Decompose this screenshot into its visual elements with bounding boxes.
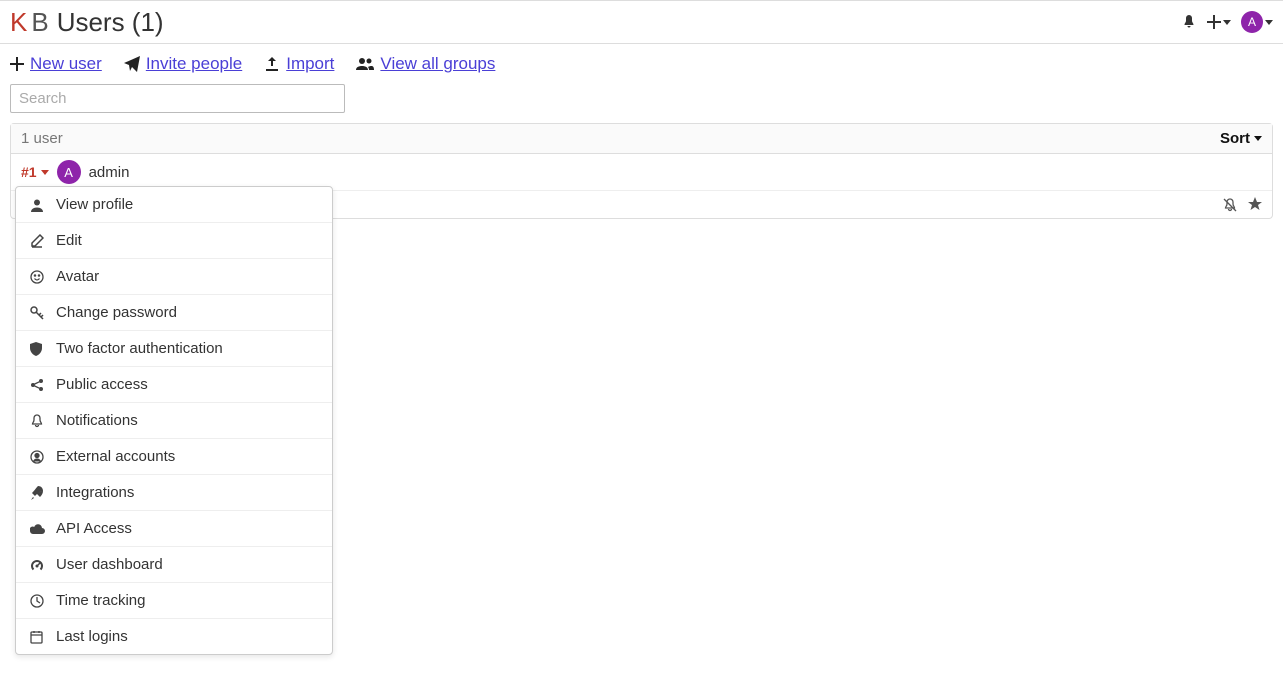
star-icon[interactable] (1248, 197, 1262, 213)
user-table: 1 user Sort #1 A admin View profileEditA… (10, 123, 1273, 219)
import-label: Import (286, 54, 334, 74)
user-row: #1 A admin View profileEditAvatarChange … (11, 154, 1272, 190)
topbar-right: A (1181, 11, 1273, 33)
menu-item-external-accounts[interactable]: External accounts (16, 439, 332, 475)
menu-item-integrations[interactable]: Integrations (16, 475, 332, 511)
menu-item-label: Change password (56, 304, 177, 321)
cloud-icon (30, 523, 46, 535)
bell-slash-icon[interactable] (1222, 197, 1238, 213)
usercircle-icon (30, 450, 46, 464)
plus-icon (10, 57, 24, 71)
caret-down-icon (41, 170, 49, 175)
user-name-label[interactable]: admin (89, 164, 130, 181)
user-count-label: 1 user (21, 130, 63, 147)
top-bar: KB Users (1) A (0, 0, 1283, 44)
menu-item-label: View profile (56, 196, 133, 213)
menu-item-label: Edit (56, 232, 82, 249)
menu-item-avatar[interactable]: Avatar (16, 259, 332, 295)
menu-item-label: API Access (56, 520, 132, 537)
menu-item-change-password[interactable]: Change password (16, 295, 332, 331)
new-user-label: New user (30, 54, 102, 74)
logo-k[interactable]: K (10, 7, 27, 38)
menu-item-edit[interactable]: Edit (16, 223, 332, 259)
menu-item-label: Last logins (56, 628, 128, 645)
view-groups-label: View all groups (380, 54, 495, 74)
menu-item-label: User dashboard (56, 556, 163, 573)
user-menu[interactable]: A (1241, 11, 1273, 33)
menu-item-view-profile[interactable]: View profile (16, 187, 332, 223)
new-user-link[interactable]: New user (10, 54, 102, 74)
add-menu[interactable] (1207, 15, 1231, 29)
user-id-dropdown[interactable]: #1 (21, 164, 49, 180)
bell-icon (30, 414, 46, 428)
menu-item-notifications[interactable]: Notifications (16, 403, 332, 439)
menu-item-time-tracking[interactable]: Time tracking (16, 583, 332, 619)
page-title: Users (1) (57, 7, 164, 38)
search-input[interactable] (10, 84, 345, 113)
actions-row: New user Invite people Import View all g… (0, 44, 1283, 84)
table-header: 1 user Sort (11, 124, 1272, 154)
view-groups-link[interactable]: View all groups (356, 54, 495, 74)
gauge-icon (30, 558, 46, 572)
key-icon (30, 306, 46, 320)
menu-item-label: External accounts (56, 448, 175, 465)
share-icon (30, 378, 46, 392)
menu-item-public-access[interactable]: Public access (16, 367, 332, 403)
menu-item-label: Time tracking (56, 592, 145, 609)
logo-b[interactable]: B (31, 7, 48, 38)
edit-icon (30, 234, 46, 248)
caret-down-icon (1265, 20, 1273, 25)
user-icon (30, 198, 46, 212)
users-icon (356, 57, 374, 71)
sort-label: Sort (1220, 130, 1250, 147)
caret-down-icon (1223, 20, 1231, 25)
user-avatar: A (57, 160, 81, 184)
menu-item-last-logins[interactable]: Last logins (16, 619, 332, 654)
menu-item-api-access[interactable]: API Access (16, 511, 332, 547)
search-row (0, 84, 1283, 123)
rocket-icon (30, 486, 46, 500)
menu-item-label: Public access (56, 376, 148, 393)
menu-item-label: Avatar (56, 268, 99, 285)
user-actions-dropdown: View profile Edit Avatar Change password Two… (15, 186, 333, 655)
menu-item-label: Integrations (56, 484, 134, 501)
calendar-icon (30, 630, 46, 644)
menu-item-two-factor-authentication[interactable]: Two factor authentication (16, 331, 332, 367)
menu-item-label: Two factor authentication (56, 340, 223, 357)
menu-item-label: Notifications (56, 412, 138, 429)
user-id-label: #1 (21, 164, 37, 180)
clock-icon (30, 594, 46, 608)
invite-people-link[interactable]: Invite people (124, 54, 242, 74)
caret-down-icon (1254, 136, 1262, 141)
smile-icon (30, 270, 46, 284)
upload-icon (264, 56, 280, 72)
invite-label: Invite people (146, 54, 242, 74)
bell-icon[interactable] (1181, 14, 1197, 30)
import-link[interactable]: Import (264, 54, 334, 74)
paper-plane-icon (124, 56, 140, 72)
avatar: A (1241, 11, 1263, 33)
menu-item-user-dashboard[interactable]: User dashboard (16, 547, 332, 583)
shield-icon (30, 342, 46, 356)
topbar-left: KB Users (1) (10, 7, 164, 38)
sort-button[interactable]: Sort (1220, 130, 1262, 147)
